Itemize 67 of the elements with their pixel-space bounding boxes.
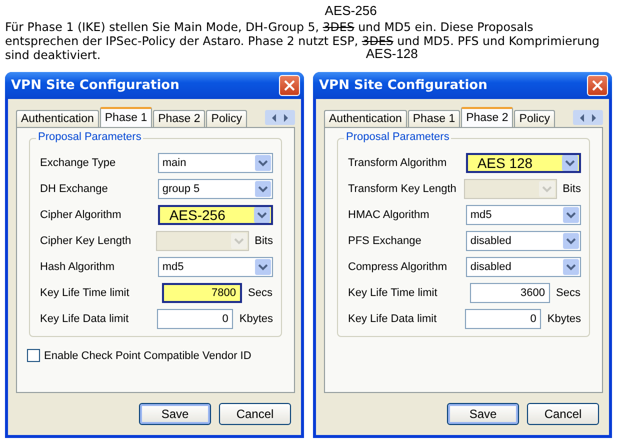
field-label: Cipher Algorithm [40,208,122,220]
dialog-button[interactable]: Save [139,403,211,425]
dropdown[interactable]: AES-256 [158,204,273,224]
tab[interactable]: Phase 2 [153,110,206,127]
dialog-button[interactable]: Cancel [527,403,599,425]
field-label: Cipher Key Length [40,234,132,246]
scroll-arrows-icon [271,114,289,122]
field-label: Hash Algorithm [40,260,116,272]
dropdown[interactable]: main [158,152,273,172]
field-label: Key Life Data limit [40,312,130,324]
group-title: Proposal Parameters [344,131,452,143]
tab[interactable]: Policy [514,110,555,127]
tab[interactable]: Policy [206,110,247,127]
intro-text: und MD5 ein. Diese Proposals [357,20,534,34]
field-label: Key Life Data limit [348,312,438,324]
dropdown[interactable]: disabled [466,256,581,276]
unit-label: Secs [248,286,272,298]
dropdown[interactable]: md5 [158,256,273,276]
field-label: HMAC Algorithm [348,208,430,220]
close-button[interactable] [587,75,608,96]
input-field[interactable]: 3600 [470,282,550,302]
field-label: Key Life Time limit [40,286,130,298]
input-field[interactable]: 0 [464,308,542,328]
input-field[interactable]: 0 [156,308,234,328]
field-label: Key Life Time limit [348,286,438,298]
input-field[interactable]: 7800 [162,282,242,302]
unit-label: Kbytes [239,312,273,324]
close-button[interactable] [279,75,300,96]
scroll-arrows-icon [579,114,597,122]
dialog-button[interactable]: Cancel [219,403,291,425]
correction-note: AES-256 [324,4,377,18]
tab-scroll-buttons[interactable] [265,110,295,125]
dropdown[interactable]: disabled [466,230,581,250]
intro-text: Für Phase 1 (IKE) stellen Sie Main Mode, DH-Group 5, [5,20,320,34]
field-label: DH Exchange [40,182,109,194]
tab-scroll-buttons[interactable] [573,110,603,125]
unit-label: Kbytes [547,312,581,324]
window-title: VPN Site Configuration [11,78,180,93]
unit-label: Secs [556,286,580,298]
intro-text: und MD5. PFS und Komprimierung [396,34,600,48]
tab[interactable]: Phase 1 [100,107,152,127]
unit-label: Bits [562,182,581,194]
tab[interactable]: Authentication [16,110,99,127]
checkbox[interactable] [27,349,40,362]
field-label: Transform Key Length [348,182,458,194]
struck-text: 3DES [362,34,394,48]
tab[interactable]: Authentication [324,110,407,127]
struck-text: 3DES [322,20,354,34]
field-label: Exchange Type [40,156,117,168]
intro-text: sind deaktiviert. [5,48,101,62]
field-label: PFS Exchange [348,234,422,246]
field-label: Compress Algorithm [348,260,448,272]
dropdown[interactable]: md5 [466,204,581,224]
field-label: Transform Algorithm [348,156,448,168]
intro-text: entsprechen der IPSec-Policy der Astaro. Phase 2 nutzt ESP, [5,34,360,48]
group-title: Proposal Parameters [36,131,144,143]
tab[interactable]: Phase 2 [461,107,514,127]
dropdown[interactable]: AES 128 [466,152,581,172]
checkbox-label: Enable Check Point Compatible Vendor ID [44,350,252,362]
correction-note: AES-128 [366,47,418,61]
close-icon [592,80,603,91]
close-icon [284,80,295,91]
dialog-button[interactable]: Save [447,403,519,425]
dropdown[interactable]: group 5 [158,178,273,198]
unit-label: Bits [254,234,273,246]
window-title: VPN Site Configuration [319,78,488,93]
tab[interactable]: Phase 1 [408,110,460,127]
